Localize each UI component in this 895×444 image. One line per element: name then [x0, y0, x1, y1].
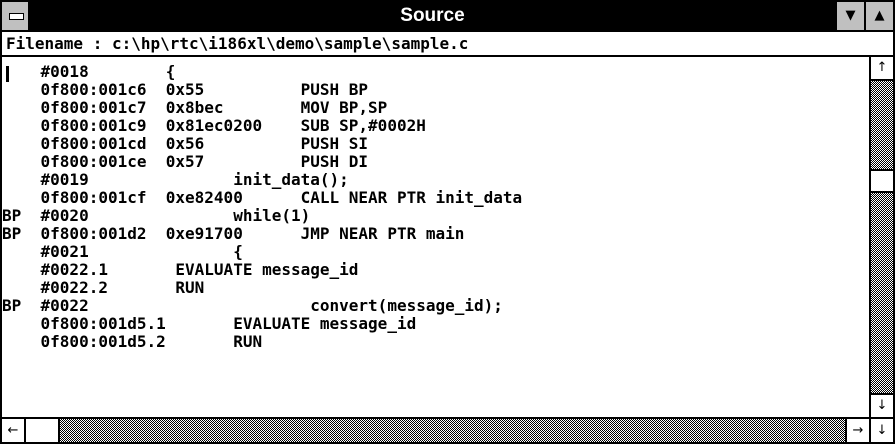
source-line[interactable]: 0f800:001cf 0xe82400 CALL NEAR PTR init_… — [2, 188, 523, 207]
source-line[interactable]: 0f800:001c9 0x81ec0200 SUB SP,#0002H — [2, 116, 426, 135]
source-line[interactable]: 0f800:001cd 0x56 PUSH SI — [2, 134, 369, 153]
source-line[interactable]: #0018 { — [2, 62, 176, 81]
maximize-button[interactable]: ▲ — [864, 2, 893, 30]
source-line[interactable]: BP #0020 while(1) — [2, 206, 310, 225]
maximize-icon: ▲ — [874, 8, 885, 23]
arrow-left-icon: ← — [7, 423, 19, 438]
filename-bar: Filename : c:\hp\rtc\i186xl\demo\sample\… — [2, 30, 893, 57]
source-line[interactable]: #0022.1 EVALUATE message_id — [2, 260, 359, 279]
source-line[interactable]: #0022.2 RUN — [2, 278, 205, 297]
arrow-right-icon: → — [852, 423, 864, 438]
scroll-right-button[interactable]: → — [845, 419, 869, 442]
source-line[interactable]: #0019 init_data(); — [2, 170, 349, 189]
title-bar[interactable]: Source ▼ ▲ — [2, 2, 893, 30]
source-line[interactable]: 0f800:001d5.2 RUN — [2, 332, 263, 351]
window-title: Source — [400, 5, 465, 26]
source-line[interactable]: 0f800:001c7 0x8bec MOV BP,SP — [2, 98, 388, 117]
corner-scroll-down-button[interactable]: ↓ — [869, 419, 893, 442]
horizontal-scroll-thumb[interactable] — [26, 419, 60, 442]
scroll-down-button[interactable]: ↓ — [871, 393, 893, 417]
minimize-icon: ▼ — [845, 8, 856, 23]
source-line[interactable]: BP #0022 convert(message_id); — [2, 296, 503, 315]
minimize-button[interactable]: ▼ — [835, 2, 864, 30]
scroll-left-button[interactable]: ← — [2, 419, 26, 442]
arrow-down-icon: ↓ — [876, 398, 888, 413]
arrow-down-icon: ↓ — [876, 423, 888, 438]
system-menu-icon — [9, 13, 24, 20]
source-line[interactable]: 0f800:001c6 0x55 PUSH BP — [2, 80, 369, 99]
vertical-scroll-thumb[interactable] — [871, 169, 893, 193]
source-line[interactable]: 0f800:001d5.1 EVALUATE message_id — [2, 314, 417, 333]
source-window: Source ▼ ▲ Filename : c:\hp\rtc\i186xl\d… — [0, 0, 895, 444]
arrow-up-icon: ↑ — [876, 60, 888, 75]
source-line[interactable]: #0021 { — [2, 242, 243, 261]
source-listing[interactable]: #0018 { 0f800:001c6 0x55 PUSH BP 0f800:0… — [2, 57, 869, 417]
system-menu-button[interactable] — [2, 2, 30, 30]
source-line[interactable]: 0f800:001ce 0x57 PUSH DI — [2, 152, 369, 171]
vertical-scrollbar[interactable]: ↑ ↓ — [869, 57, 893, 417]
horizontal-scrollbar[interactable]: ← → ↓ — [2, 417, 893, 442]
scroll-up-button[interactable]: ↑ — [871, 57, 893, 81]
source-line[interactable]: BP 0f800:001d2 0xe91700 JMP NEAR PTR mai… — [2, 224, 464, 243]
